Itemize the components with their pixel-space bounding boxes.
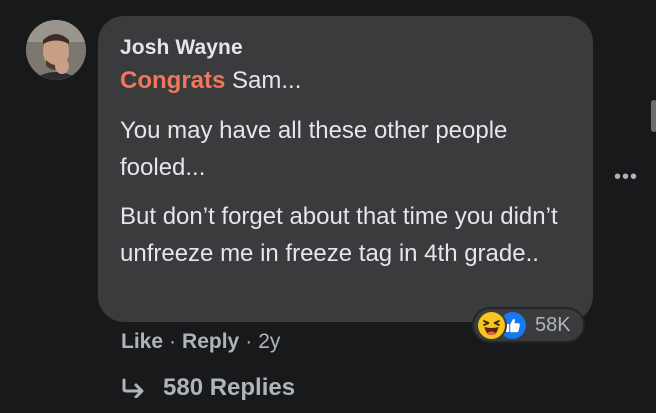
scrollbar[interactable] <box>651 100 656 132</box>
haha-emoji-icon <box>478 311 505 339</box>
comment-paragraph-1: You may have all these other people fool… <box>120 117 508 181</box>
comment-first-line: Congrats Sam... <box>120 67 301 95</box>
comment-first-line-text: Sam... <box>225 67 302 94</box>
replies-label: 580 Replies <box>163 374 296 401</box>
reaction-summary[interactable]: 58K <box>474 309 583 341</box>
reply-arrow-icon <box>122 378 144 398</box>
like-button[interactable]: Like <box>121 330 163 353</box>
action-separator: · <box>169 330 177 353</box>
comment-bubble: Josh Wayne Congrats Sam... You may have … <box>98 16 593 322</box>
more-options-icon[interactable]: ••• <box>614 166 638 189</box>
mention-link[interactable]: Congrats <box>120 67 225 94</box>
reaction-count: 58K <box>535 313 571 336</box>
avatar-photo <box>26 20 86 80</box>
comment-actions: Like · Reply · 2y <box>121 330 280 354</box>
view-replies-button[interactable]: 580 Replies <box>121 374 295 402</box>
action-separator: · <box>245 330 253 353</box>
comment-age[interactable]: 2y <box>258 330 280 353</box>
comment-thread: Josh Wayne Congrats Sam... You may have … <box>0 0 656 413</box>
reply-button[interactable]: Reply <box>182 330 239 353</box>
author-avatar[interactable] <box>26 20 86 80</box>
comment-paragraph-2: But don’t forget about that time you did… <box>120 203 558 267</box>
comment-author-name[interactable]: Josh Wayne <box>120 36 243 60</box>
